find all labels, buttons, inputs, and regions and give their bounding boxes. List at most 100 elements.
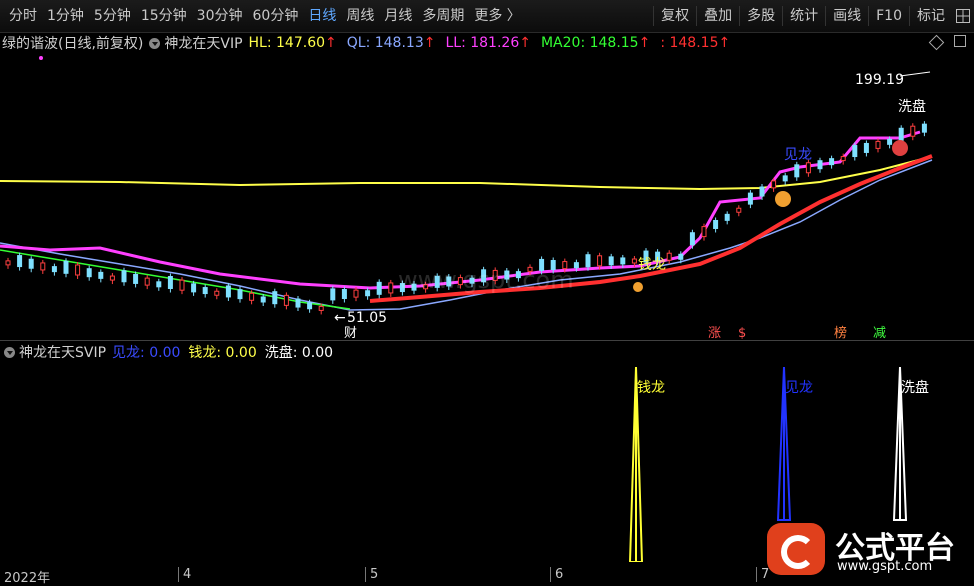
candle-body bbox=[597, 255, 603, 267]
candle-body bbox=[887, 138, 893, 145]
period-tab[interactable]: 5分钟 bbox=[89, 0, 136, 32]
candle-body bbox=[863, 142, 869, 153]
period-tab[interactable]: 1分钟 bbox=[42, 0, 89, 32]
candle-body bbox=[86, 268, 92, 278]
tool-button[interactable]: 标记 bbox=[912, 0, 950, 32]
down-marker-icon bbox=[892, 140, 908, 156]
jianlong-label: 见龙 bbox=[784, 147, 812, 163]
candle-body bbox=[225, 285, 231, 298]
indicator-value: HL: 147.60 bbox=[248, 35, 326, 51]
qianlong-label: 钱龙 bbox=[638, 257, 666, 273]
indicator-value: LL: 181.26 bbox=[445, 35, 520, 51]
candle-body bbox=[365, 290, 371, 297]
candle-body bbox=[237, 289, 243, 300]
candle-body bbox=[817, 160, 823, 170]
xipan-label: 洗盘 bbox=[898, 98, 926, 115]
period-tab[interactable]: 多周期 bbox=[417, 0, 469, 32]
tool-button[interactable]: 叠加 bbox=[699, 0, 737, 32]
expand-icon[interactable] bbox=[954, 35, 966, 47]
grid-icon[interactable] bbox=[956, 9, 970, 23]
candle-body bbox=[805, 162, 811, 174]
candle-body bbox=[272, 291, 278, 305]
candle-body bbox=[214, 290, 220, 296]
candle-body bbox=[40, 262, 46, 271]
candle-body bbox=[249, 292, 255, 301]
ll-series-line bbox=[0, 130, 921, 290]
candle-body bbox=[829, 158, 835, 166]
diamond-icon[interactable] bbox=[928, 34, 945, 51]
candle-body bbox=[608, 256, 614, 266]
tool-button[interactable]: 统计 bbox=[785, 0, 823, 32]
candle-body bbox=[736, 207, 742, 213]
candle-body bbox=[747, 192, 753, 205]
up-arrow-icon: ↑ bbox=[423, 35, 436, 51]
tool-button[interactable]: 复权 bbox=[656, 0, 694, 32]
sub-indicator-name[interactable]: 神龙在天SVIP bbox=[19, 342, 106, 362]
candle-body bbox=[202, 287, 208, 295]
candle-body bbox=[852, 145, 858, 158]
tool-button[interactable]: F10 bbox=[871, 0, 907, 32]
candle-body bbox=[98, 271, 104, 279]
period-tabs: 分时 1分钟 5分钟 15分钟 30分钟 60分钟 日线 周线 月线 多周期 更多 〉 bbox=[4, 0, 526, 32]
candle-body bbox=[5, 260, 11, 266]
candle-body bbox=[921, 123, 927, 133]
tool-button[interactable]: 多股 bbox=[742, 0, 780, 32]
candle-body bbox=[283, 294, 289, 306]
main-indicator-header: 绿的谐波(日线,前复权) 神龙在天VIP HL: 147.60↑ QL: 148.… bbox=[0, 33, 740, 53]
period-tab[interactable]: 周线 bbox=[341, 0, 379, 32]
indicator-dropdown-icon[interactable] bbox=[149, 37, 161, 49]
sub-indicator-header: 神龙在天SVIP 见龙: 0.00 钱龙: 0.00 洗盘: 0.00 bbox=[0, 342, 341, 362]
signal-label: 钱龙 bbox=[637, 380, 665, 396]
jian-tag: 减 bbox=[873, 326, 886, 341]
sub-indicator-dropdown-icon[interactable] bbox=[4, 346, 15, 358]
candle-body bbox=[63, 260, 69, 274]
period-tab[interactable]: 30分钟 bbox=[192, 0, 248, 32]
date-label: 4 bbox=[178, 567, 191, 582]
candle-body bbox=[167, 275, 173, 289]
candle-body bbox=[17, 255, 23, 268]
period-tab[interactable]: 分时 bbox=[4, 0, 42, 32]
candle-body bbox=[759, 186, 765, 197]
candle-body bbox=[341, 289, 347, 300]
candle-body bbox=[144, 277, 150, 286]
logo-url: www.gspt.com bbox=[837, 559, 933, 574]
low-arrow: ← bbox=[334, 310, 346, 326]
candle-body bbox=[260, 296, 266, 303]
date-label: 5 bbox=[365, 567, 378, 582]
tool-button[interactable]: 画线 bbox=[828, 0, 866, 32]
period-tab[interactable]: 更多 〉 bbox=[469, 0, 525, 32]
cai-tag: 财 bbox=[344, 326, 357, 341]
indicator-value: 见龙: 0.00 bbox=[112, 345, 181, 361]
candle-body bbox=[121, 270, 127, 283]
candle-body bbox=[782, 175, 788, 182]
candle-body bbox=[678, 253, 684, 260]
candle-body bbox=[713, 219, 719, 229]
indicator-value: : 148.15 bbox=[660, 35, 719, 51]
period-tab[interactable]: 月线 bbox=[379, 0, 417, 32]
candle-body bbox=[376, 281, 382, 295]
period-tab[interactable]: 15分钟 bbox=[136, 0, 192, 32]
period-tab[interactable]: 日线 bbox=[303, 0, 341, 32]
indicator-value: MA20: 148.15 bbox=[540, 35, 639, 51]
up-chevron-icon bbox=[775, 191, 791, 207]
price-chart[interactable]: 199.19 洗盘见龙钱龙 ← 51.05财 涨 $ 榜 减 bbox=[0, 52, 974, 342]
high-price-label: 199.19 bbox=[855, 72, 904, 88]
indicator-name[interactable]: 神龙在天VIP bbox=[164, 33, 242, 53]
candle-body bbox=[307, 302, 313, 310]
logo-g-icon bbox=[767, 523, 825, 575]
sub-indicator-values: 见龙: 0.00 钱龙: 0.00 洗盘: 0.00 bbox=[112, 342, 341, 362]
candle-body bbox=[620, 257, 626, 265]
candle-body bbox=[75, 264, 81, 276]
high-price-pointer bbox=[899, 71, 931, 77]
up-arrow-icon: ↑ bbox=[638, 35, 651, 51]
period-tab[interactable]: 60分钟 bbox=[248, 0, 304, 32]
candle-body bbox=[330, 288, 336, 301]
candle-body bbox=[840, 156, 846, 162]
candle-body bbox=[631, 258, 637, 264]
gspt-logo: 公式平台 www.gspt.com bbox=[767, 521, 967, 581]
candle-body bbox=[353, 289, 359, 298]
signal-label: 见龙 bbox=[785, 380, 813, 396]
candle-body bbox=[51, 266, 57, 273]
candle-body bbox=[585, 254, 591, 268]
candle-body bbox=[28, 258, 34, 269]
